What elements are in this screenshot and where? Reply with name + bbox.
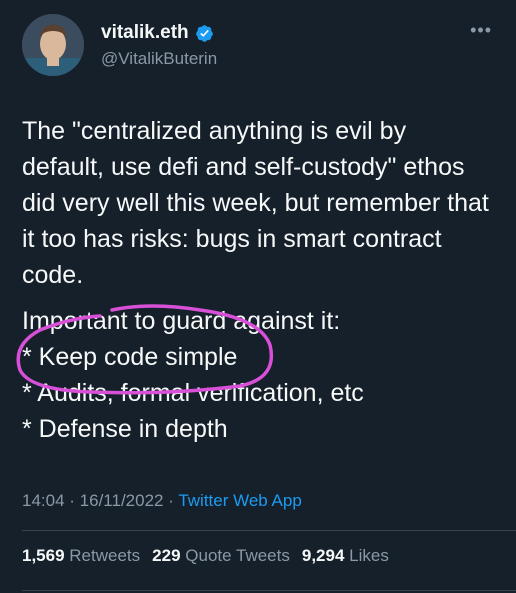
tweet-paragraph-1: The "centralized anything is evil by def…	[22, 117, 489, 289]
retweets-label: Retweets	[69, 546, 141, 565]
separator-dot: ·	[69, 491, 80, 510]
avatar[interactable]	[22, 14, 84, 76]
tweet-line: Important to guard against it:	[22, 307, 341, 335]
tweet-paragraph-2: Important to guard against it: * Keep co…	[22, 303, 492, 447]
retweets-stat[interactable]: 1,569 Retweets	[22, 545, 140, 567]
quote-tweets-count: 229	[152, 546, 181, 565]
separator-dot: ·	[168, 491, 179, 510]
retweets-count: 1,569	[22, 546, 65, 565]
quote-tweets-label: Quote Tweets	[185, 546, 290, 565]
likes-count: 9,294	[301, 546, 345, 565]
tweet-date[interactable]: 16/11/2022	[80, 491, 164, 510]
more-horizontal-icon[interactable]: •••	[470, 21, 492, 39]
display-name[interactable]: vitalik.eth	[101, 22, 214, 44]
tweet-time[interactable]: 14:04	[22, 491, 65, 510]
display-name-text: vitalik.eth	[101, 22, 189, 43]
tweet-line: * Keep code simple	[22, 343, 238, 371]
tweet-stats: 1,569 Retweets 229 Quote Tweets 9,294 Li…	[22, 545, 389, 567]
avatar-image	[22, 14, 84, 76]
likes-stat[interactable]: 9,294 Likes	[302, 545, 389, 567]
quote-tweets-stat[interactable]: 229 Quote Tweets	[152, 545, 290, 567]
tweet-line: * Defense in depth	[22, 415, 228, 443]
tweet-line: * Audits, formal verification, etc	[22, 379, 364, 407]
divider	[22, 590, 516, 591]
verified-badge-icon	[195, 24, 213, 42]
divider	[22, 530, 516, 531]
tweet-metadata: 14:04 · 16/11/2022 · Twitter Web App	[22, 490, 302, 512]
tweet-text: The "centralized anything is evil by def…	[22, 113, 492, 447]
tweet-source-link[interactable]: Twitter Web App	[178, 491, 301, 510]
likes-label: Likes	[349, 546, 389, 565]
user-handle[interactable]: @VitalikButerin	[101, 49, 217, 69]
